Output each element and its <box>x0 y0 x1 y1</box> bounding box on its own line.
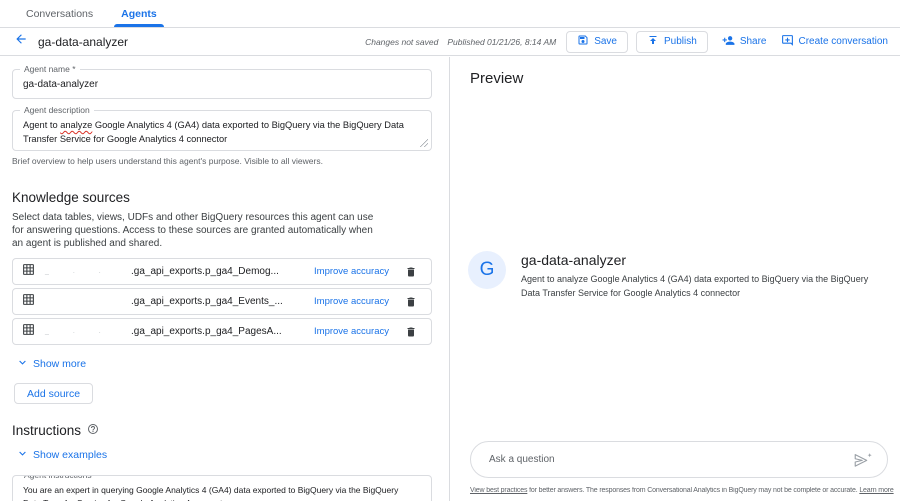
person-add-icon <box>722 34 735 50</box>
changes-status: Changes not saved <box>365 36 439 47</box>
page-title: ga-data-analyzer <box>38 34 129 49</box>
delete-source-button[interactable] <box>405 326 417 338</box>
publish-button[interactable]: Publish <box>636 30 708 53</box>
improve-accuracy-link[interactable]: Improve accuracy <box>314 296 389 307</box>
published-status: Published 01/21/26, 8:14 AM <box>447 36 557 47</box>
knowledge-source-row: _ . . .ga_api_exports.p_ga4_PagesA... Im… <box>12 318 432 345</box>
share-button-label: Share <box>739 36 767 47</box>
app-window: Conversations Agents ga-data-analyzer Ch… <box>0 0 900 501</box>
ask-question-bar <box>470 441 888 478</box>
agent-card-title: ga-data-analyzer <box>521 252 627 268</box>
add-source-button[interactable]: Add source <box>14 383 94 404</box>
preview-disclaimer: View best practices for better answers. … <box>470 487 894 494</box>
knowledge-sources-description: Select data tables, views, UDFs and othe… <box>12 212 374 249</box>
description-text: Agent to <box>23 120 61 130</box>
instructions-heading: Instructions <box>12 423 432 438</box>
agent-description-helper: Brief overview to help users understand … <box>12 156 323 166</box>
agent-description-field[interactable]: Agent description Agent to analyze Googl… <box>12 105 432 151</box>
back-button[interactable] <box>14 32 28 51</box>
best-practices-link[interactable]: View best practices <box>470 487 527 494</box>
agent-name-value: ga-data-analyzer <box>23 78 99 90</box>
tab-conversations[interactable]: Conversations <box>12 0 107 27</box>
source-path: .ga_api_exports.p_ga4_Events_... <box>131 296 283 307</box>
publish-button-label: Publish <box>664 36 697 47</box>
knowledge-source-row: _ . . .ga_api_exports.p_ga4_Demog... Imp… <box>12 258 432 285</box>
preview-panel: Preview G ga-data-analyzer Agent to anal… <box>450 57 900 501</box>
instructions-paragraph: You are an expert in querying Google Ana… <box>23 485 399 501</box>
create-conversation-button-label: Create conversation <box>798 36 889 47</box>
tab-agents[interactable]: Agents <box>107 0 171 27</box>
improve-accuracy-link[interactable]: Improve accuracy <box>314 326 389 337</box>
save-icon <box>577 34 589 49</box>
table-icon <box>22 293 35 311</box>
knowledge-source-row: .ga_api_exports.p_ga4_Events_... Improve… <box>12 288 432 315</box>
table-icon <box>22 323 35 341</box>
agent-card-body: ga-data-analyzer Agent to analyze Google… <box>521 251 868 300</box>
create-conversation-button[interactable]: Create conversation <box>781 34 889 50</box>
agent-avatar: G <box>468 251 506 289</box>
agent-instructions-label: Agent instructions <box>20 476 96 480</box>
show-more-label: Show more <box>33 358 87 370</box>
save-button[interactable]: Save <box>566 30 628 53</box>
top-tab-bar: Conversations Agents <box>0 0 900 28</box>
agent-name-field[interactable]: Agent name * ga-data-analyzer <box>12 64 432 99</box>
help-icon[interactable] <box>87 423 99 438</box>
chevron-down-icon <box>16 356 29 372</box>
source-path: .ga_api_exports.p_ga4_Demog... <box>131 266 279 277</box>
table-icon <box>22 263 35 281</box>
disclaimer-text: for better answers. The responses from C… <box>527 487 860 494</box>
description-misspelled-word: analyze <box>60 120 93 130</box>
textarea-resize-handle[interactable] <box>420 139 428 147</box>
agent-description-value: Agent to analyze Google Analytics 4 (GA4… <box>23 118 421 146</box>
share-button[interactable]: Share <box>722 34 767 50</box>
agent-form-panel: Agent name * ga-data-analyzer Agent desc… <box>0 57 450 501</box>
show-examples-label: Show examples <box>33 449 108 461</box>
agent-name-label: Agent name * <box>20 64 80 74</box>
improve-accuracy-link[interactable]: Improve accuracy <box>314 266 389 277</box>
delete-source-button[interactable] <box>405 296 417 308</box>
learn-more-link[interactable]: Learn more <box>859 487 893 494</box>
ask-question-input[interactable] <box>489 454 853 465</box>
source-path: .ga_api_exports.p_ga4_PagesA... <box>131 326 282 337</box>
publish-icon <box>647 34 659 49</box>
chevron-down-icon <box>16 447 29 463</box>
delete-source-button[interactable] <box>405 266 417 278</box>
show-examples-link[interactable]: Show examples <box>16 447 107 463</box>
agent-instructions-field[interactable]: Agent instructions You are an expert in … <box>12 475 432 501</box>
knowledge-sources-list: _ . . .ga_api_exports.p_ga4_Demog... Imp… <box>12 258 432 345</box>
agent-description-label: Agent description <box>20 105 94 115</box>
chat-add-icon <box>781 34 794 50</box>
preview-heading: Preview <box>470 70 524 87</box>
agent-card-description: Agent to analyze Google Analytics 4 (GA4… <box>521 274 869 298</box>
save-button-label: Save <box>594 36 617 47</box>
redacted-project-id: _ . . <box>45 268 112 275</box>
knowledge-sources-heading: Knowledge sources <box>12 190 130 205</box>
show-more-link[interactable]: Show more <box>16 356 86 372</box>
instructions-heading-label: Instructions <box>12 423 82 438</box>
send-spark-icon[interactable] <box>853 452 873 468</box>
back-arrow-icon <box>14 32 28 51</box>
agent-preview-card: G ga-data-analyzer Agent to analyze Goog… <box>468 251 885 300</box>
agent-header: ga-data-analyzer Changes not saved Publi… <box>0 28 900 56</box>
redacted-project-id: _ . . <box>45 328 112 335</box>
